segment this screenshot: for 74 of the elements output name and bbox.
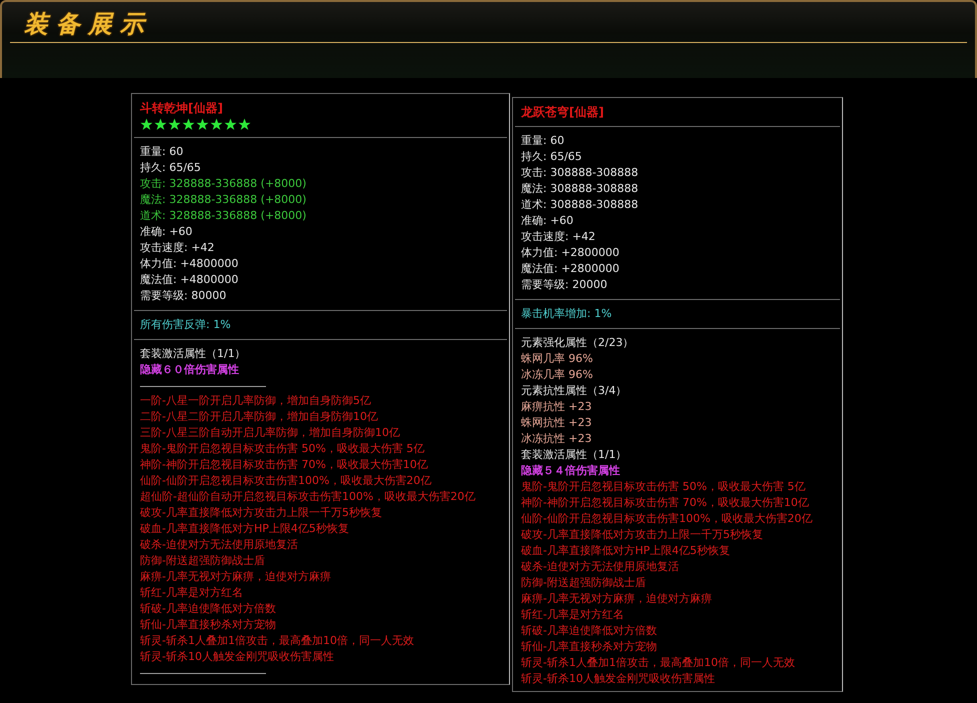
attribute-line: 冰冻几率 96%: [520, 367, 594, 383]
effect-line: 神阶-神阶开启忽视目标攻击伤害 70%，吸收最大伤害10亿: [520, 495, 810, 511]
star-icon: [224, 118, 237, 131]
attribute-line: 道术: 328888-336888 (+8000): [139, 208, 308, 224]
star-icon: [182, 118, 195, 131]
effect-line: 斩灵-斩杀10人触发金刚咒吸收伤害属性: [520, 671, 716, 687]
attribute-line: 元素强化属性（2/23）: [520, 335, 635, 351]
attribute-line: 隐藏６０倍伤害属性: [139, 362, 240, 378]
effect-line: 鬼阶-鬼阶开启忽视目标攻击伤害 50%，吸收最大伤害 5亿: [139, 441, 426, 457]
attribute-line: 准确: +60: [139, 224, 194, 240]
effect-line: 斩灵-斩杀10人触发金刚咒吸收伤害属性: [139, 649, 335, 665]
effect-line: 破攻-几率直接降低对方攻击力上限一千万5秒恢复: [520, 527, 764, 543]
effect-line: 斩灵-斩杀1人叠加1倍攻击，最高叠加10倍，同一人无效: [520, 655, 796, 671]
attribute-line: 重量: 60: [139, 144, 184, 160]
effect-line: 防御-附送超强防御战士盾: [139, 553, 266, 569]
effect-line: 防御-附送超强防御战士盾: [520, 575, 647, 591]
attribute-line: 魔法: 308888-308888: [520, 181, 640, 197]
attribute-line: 重量: 60: [520, 133, 566, 149]
attribute-line: 蛛网抗性 +23: [520, 415, 593, 431]
attribute-line: 道术: 308888-308888: [520, 197, 640, 213]
effect-line: 斩破-几率迫使降低对方倍数: [139, 601, 277, 617]
effect-line: 破攻-几率直接降低对方攻击力上限一千万5秒恢复: [139, 505, 383, 521]
attribute-line: 麻痹抗性 +23: [520, 399, 593, 415]
star-icon: [168, 118, 181, 131]
attribute-line: 魔法: 328888-336888 (+8000): [139, 192, 308, 208]
attribute-line: 攻击: 328888-336888 (+8000): [139, 176, 308, 192]
item-name: 斗转乾坤[仙器]: [139, 100, 224, 116]
star-icon: [154, 118, 167, 131]
attribute-line: 准确: +60: [520, 213, 574, 229]
attribute-line: 攻击速度: +42: [139, 240, 216, 256]
effect-line: 斩灵-斩杀1人叠加1倍攻击，最高叠加10倍，同一人无效: [139, 633, 415, 649]
effect-line: 斩仙-几率直接秒杀对方宠物: [139, 617, 277, 633]
effect-line: 三阶-八星三阶自动开启几率防御，增加自身防御10亿: [139, 425, 401, 441]
attribute-line: 蛛网几率 96%: [520, 351, 594, 367]
effect-line: 斩红-几率是对方红名: [520, 607, 625, 623]
effect-line: 破血-几率直接降低对方HP上限4亿5秒恢复: [139, 521, 350, 537]
attribute-line: 体力值: +2800000: [520, 245, 620, 261]
item-name: 龙跃苍穹[仙器]: [520, 104, 605, 120]
attribute-line: 元素抗性属性（3/4）: [520, 383, 628, 399]
effect-line: 斩仙-几率直接秒杀对方宠物: [520, 639, 658, 655]
effect-line: 破杀-迫使对方无法使用原地复活: [139, 537, 299, 553]
attribute-line: 持久: 65/65: [139, 160, 202, 176]
attribute-line: 套装激活属性（1/1）: [139, 346, 247, 362]
effect-line: 破杀-迫使对方无法使用原地复活: [520, 559, 680, 575]
effect-line: 神阶-神阶开启忽视目标攻击伤害 70%，吸收最大伤害10亿: [139, 457, 429, 473]
effect-line: 仙阶-仙阶开启忽视目标攻击伤害100%，吸收最大伤害20亿: [520, 511, 814, 527]
attribute-line: 需要等级: 80000: [139, 288, 228, 304]
star-icon: [196, 118, 209, 131]
effect-line: 二阶-八星二阶开启几率防御，增加自身防御10亿: [139, 409, 379, 425]
effect-line: 超仙阶-超仙阶自动开启忽视目标攻击伤害100%，吸收最大伤害20亿: [139, 489, 476, 505]
attribute-line: 持久: 65/65: [520, 149, 583, 165]
attribute-line: 魔法值: +2800000: [520, 261, 620, 277]
attribute-line: 套装激活属性（1/1）: [520, 447, 628, 463]
attribute-line: 魔法值: +4800000: [139, 272, 240, 288]
attribute-line: 需要等级: 20000: [520, 277, 608, 293]
star-icon: [238, 118, 251, 131]
attribute-line: 冰冻抗性 +23: [520, 431, 593, 447]
attribute-line: 攻击速度: +42: [520, 229, 596, 245]
attribute-line: 攻击: 308888-308888: [520, 165, 640, 181]
star-icon: [140, 118, 153, 131]
attribute-line: 暴击机率增加: 1%: [520, 306, 613, 322]
effect-line: 鬼阶-鬼阶开启忽视目标攻击伤害 50%，吸收最大伤害 5亿: [520, 479, 806, 495]
window-title: 装备展示: [23, 8, 152, 40]
effect-line: 一阶-八星一阶开启几率防御，增加自身防御5亿: [139, 393, 372, 409]
effect-line: 斩红-几率是对方红名: [139, 585, 244, 601]
star-icon: [210, 118, 223, 131]
attribute-line: 所有伤害反弹: 1%: [139, 317, 232, 333]
effect-line: 仙阶-仙阶开启忽视目标攻击伤害100%，吸收最大伤害20亿: [139, 473, 432, 489]
effect-line: 麻痹-几率无视对方麻痹，迫使对方麻痹: [520, 591, 713, 607]
effect-line: 斩破-几率迫使降低对方倍数: [520, 623, 658, 639]
attribute-line: 体力值: +4800000: [139, 256, 240, 272]
effect-line: 麻痹-几率无视对方麻痹，迫使对方麻痹: [139, 569, 332, 585]
effect-line: 破血-几率直接降低对方HP上限4亿5秒恢复: [520, 543, 731, 559]
attribute-line: 隐藏５４倍伤害属性: [520, 463, 621, 479]
